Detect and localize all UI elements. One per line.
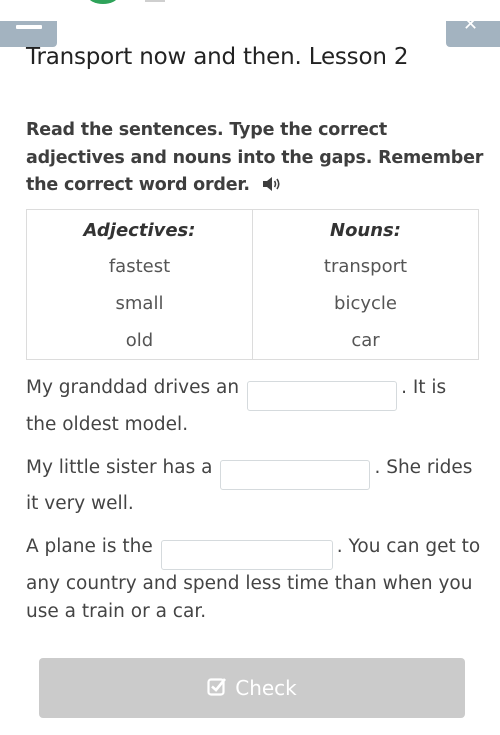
table-row: old car: [26, 322, 479, 360]
sentence-3-before: A plane is the: [26, 536, 153, 557]
noun-cell: car: [252, 322, 479, 360]
gap-input-1[interactable]: [247, 380, 398, 411]
gap-input-2[interactable]: [220, 460, 371, 490]
header-adjectives: Adjectives:: [26, 209, 253, 248]
header-nouns: Nouns:: [252, 209, 479, 248]
adjective-cell: small: [26, 285, 253, 322]
sentence-2-before: My little sister has a: [26, 456, 213, 478]
instructions-text: Read the sentences. Type the correct adj…: [26, 120, 484, 195]
sentence-1: My granddad drives an. It is the oldest …: [26, 374, 481, 439]
checkbox-icon: [207, 676, 227, 701]
sentence-3: A plane is the. You can get to any count…: [26, 533, 481, 626]
sentence-1-before: My granddad drives an: [26, 377, 240, 398]
word-bank-table: Adjectives: Nouns: fastest transport sma…: [26, 209, 479, 360]
adjective-cell: old: [26, 322, 253, 360]
check-button[interactable]: Check: [39, 658, 465, 718]
noun-cell: bicycle: [252, 285, 479, 322]
check-button-label: Check: [235, 676, 297, 700]
adjective-cell: fastest: [26, 248, 253, 285]
app-logo-icon: [88, 0, 118, 4]
close-icon: ✕: [463, 14, 479, 35]
gap-input-3[interactable]: [160, 539, 333, 570]
instructions: Read the sentences. Type the correct adj…: [26, 117, 486, 202]
minus-icon: [16, 25, 42, 29]
noun-cell: transport: [252, 248, 479, 285]
lesson-title: Transport now and then. Lesson 2: [26, 44, 409, 70]
speaker-icon[interactable]: [262, 174, 282, 202]
table-header-row: Adjectives: Nouns:: [26, 209, 479, 248]
close-button[interactable]: ✕: [446, 16, 500, 47]
status-mark: [145, 0, 165, 2]
gap-fill-sentences: My granddad drives an. It is the oldest …: [26, 374, 481, 641]
table-row: small bicycle: [26, 285, 479, 322]
sentence-2: My little sister has a. She rides it ver…: [26, 454, 481, 519]
table-row: fastest transport: [26, 248, 479, 285]
